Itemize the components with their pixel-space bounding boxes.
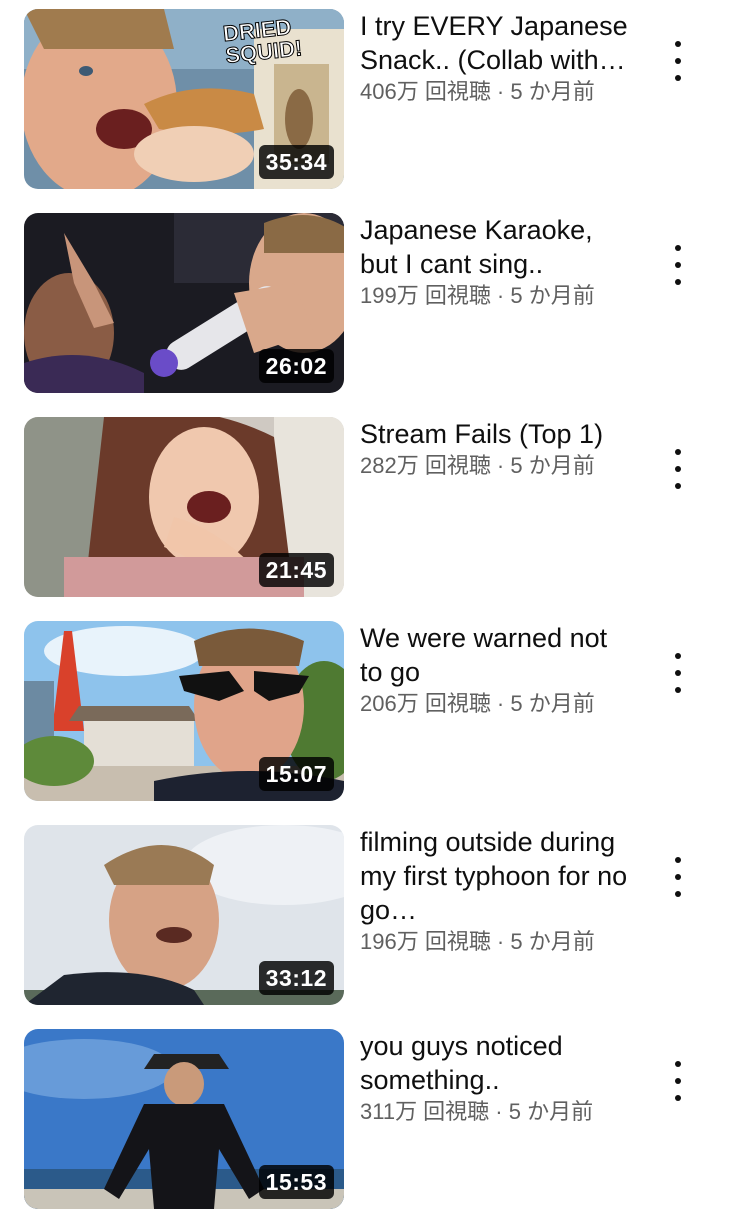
- video-stats: 282万 回視聴 · 5 か月前: [360, 453, 595, 478]
- video-thumbnail[interactable]: 15:07: [24, 621, 344, 801]
- video-meta: Japanese Karaoke, but I cant sing.. 199万…: [360, 213, 630, 311]
- duration-badge: 21:45: [258, 553, 334, 587]
- video-item[interactable]: 21:45 Stream Fails (Top 1) 282万 回視聴 · 5 …: [0, 417, 750, 597]
- more-vert-icon[interactable]: [664, 449, 692, 489]
- video-thumbnail[interactable]: 33:12: [24, 825, 344, 1005]
- video-item[interactable]: 26:02 Japanese Karaoke, but I cant sing.…: [0, 213, 750, 393]
- video-title[interactable]: I try EVERY Japanese Snack.. (Collab wit…: [360, 9, 630, 77]
- video-item[interactable]: 15:53 you guys noticed something.. 311万 …: [0, 1029, 750, 1209]
- video-title[interactable]: you guys noticed something..: [360, 1029, 630, 1097]
- video-item[interactable]: DRIED SQUID! 35:34 I try EVERY Japanese …: [0, 9, 750, 189]
- more-vert-icon[interactable]: [664, 653, 692, 693]
- video-title[interactable]: filming outside during my first typhoon …: [360, 825, 630, 927]
- video-title[interactable]: We were warned not to go: [360, 621, 630, 689]
- duration-badge: 35:34: [258, 145, 334, 179]
- video-stats: 206万 回視聴 · 5 か月前: [360, 691, 595, 716]
- video-stats: 406万 回視聴 · 5 か月前: [360, 79, 595, 104]
- duration-badge: 33:12: [258, 961, 334, 995]
- duration-badge: 15:07: [258, 757, 334, 791]
- video-meta: We were warned not to go 206万 回視聴 · 5 か月…: [360, 621, 630, 719]
- video-stats: 199万 回視聴 · 5 か月前: [360, 283, 595, 308]
- video-thumbnail[interactable]: 21:45: [24, 417, 344, 597]
- video-meta: I try EVERY Japanese Snack.. (Collab wit…: [360, 9, 630, 107]
- video-meta: Stream Fails (Top 1) 282万 回視聴 · 5 か月前: [360, 417, 630, 481]
- video-meta: you guys noticed something.. 311万 回視聴 · …: [360, 1029, 630, 1127]
- video-meta: filming outside during my first typhoon …: [360, 825, 630, 957]
- video-title[interactable]: Japanese Karaoke, but I cant sing..: [360, 213, 630, 281]
- more-vert-icon[interactable]: [664, 857, 692, 897]
- duration-badge: 26:02: [258, 349, 334, 383]
- video-title[interactable]: Stream Fails (Top 1): [360, 417, 630, 451]
- more-vert-icon[interactable]: [664, 41, 692, 81]
- video-thumbnail[interactable]: 26:02: [24, 213, 344, 393]
- more-vert-icon[interactable]: [664, 1061, 692, 1101]
- duration-badge: 15:53: [258, 1165, 334, 1199]
- video-item[interactable]: 33:12 filming outside during my first ty…: [0, 825, 750, 1005]
- more-vert-icon[interactable]: [664, 245, 692, 285]
- video-thumbnail[interactable]: DRIED SQUID! 35:34: [24, 9, 344, 189]
- video-thumbnail[interactable]: 15:53: [24, 1029, 344, 1209]
- video-stats: 196万 回視聴 · 5 か月前: [360, 929, 595, 954]
- video-item[interactable]: 15:07 We were warned not to go 206万 回視聴 …: [0, 621, 750, 801]
- video-stats: 311万 回視聴 · 5 か月前: [360, 1099, 594, 1124]
